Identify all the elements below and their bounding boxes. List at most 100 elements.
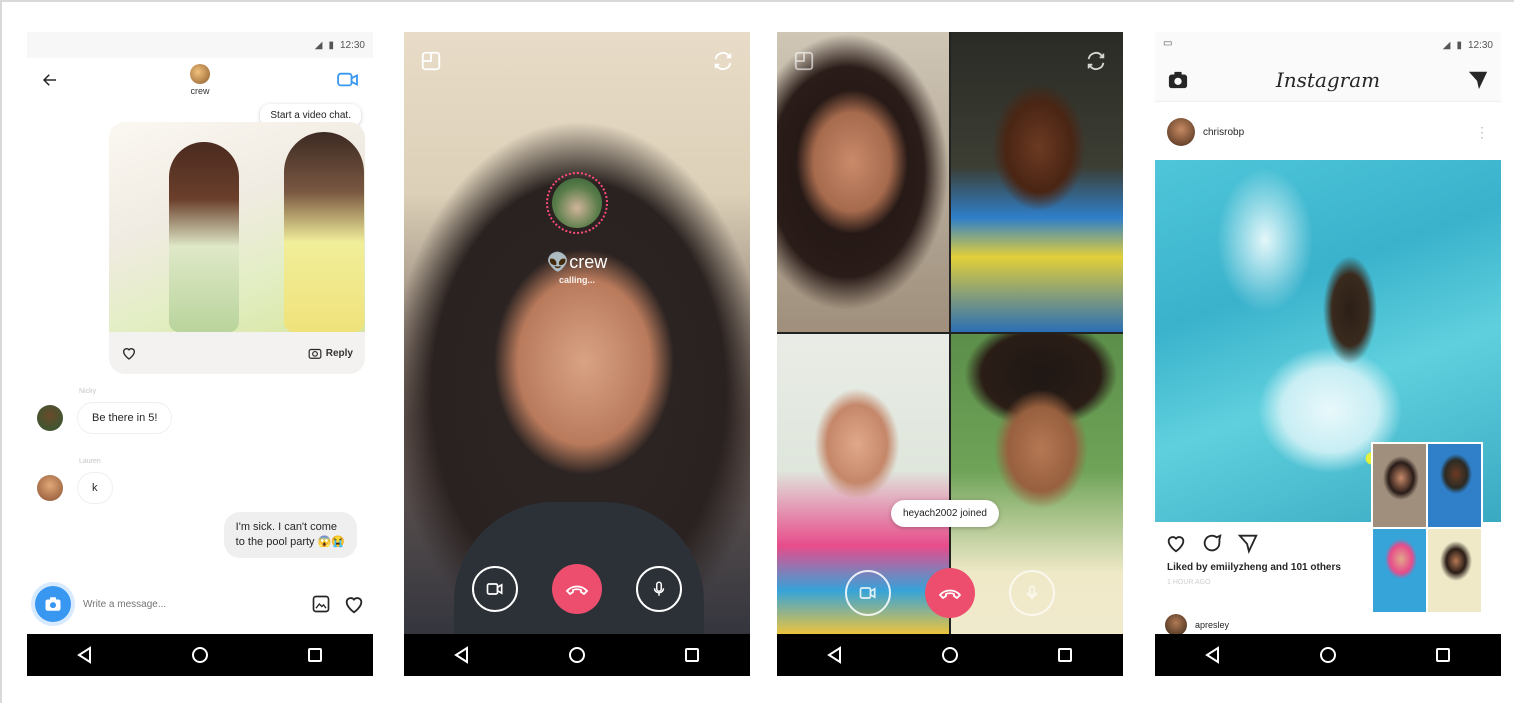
- like-heart-icon[interactable]: [1165, 532, 1187, 554]
- reply-label: Reply: [325, 347, 353, 359]
- status-time: 12:30: [339, 39, 365, 51]
- pip-participant-3: [1373, 529, 1426, 612]
- phone-direct-thread: ◢ ▮ 12:30 crew Start a video chat. Reply…: [27, 32, 373, 676]
- caller-name-text: crew: [569, 252, 608, 272]
- minimize-icon[interactable]: [793, 50, 815, 72]
- toggle-mic-button[interactable]: [1009, 570, 1055, 616]
- participant-video-1[interactable]: [777, 32, 949, 332]
- own-message-line-1: I'm sick. I can't come: [235, 521, 338, 533]
- commenter-username[interactable]: apresley: [1195, 620, 1229, 630]
- end-call-button[interactable]: [552, 564, 602, 614]
- camera-icon: [45, 597, 61, 611]
- call-controls: [777, 568, 1123, 618]
- android-nav-bar: [404, 634, 750, 676]
- nav-recents-icon[interactable]: [682, 645, 702, 665]
- nav-recents-icon[interactable]: [305, 645, 325, 665]
- thread-header: crew: [27, 58, 373, 102]
- toggle-mic-button[interactable]: [636, 566, 682, 612]
- flip-camera-icon[interactable]: [712, 50, 734, 72]
- pip-participant-2: [1428, 444, 1481, 527]
- minimize-icon[interactable]: [420, 50, 442, 72]
- message-bubble[interactable]: Be there in 5!: [77, 402, 173, 434]
- likes-summary[interactable]: Liked by emiilyzheng and 101 others: [1167, 562, 1341, 573]
- camera-icon: [308, 348, 322, 359]
- nav-home-icon[interactable]: [940, 645, 960, 665]
- message-composer: [35, 582, 365, 626]
- camera-button[interactable]: [35, 586, 71, 622]
- nav-back-icon[interactable]: [825, 645, 845, 665]
- comment-icon[interactable]: [1201, 532, 1223, 554]
- flip-camera-icon[interactable]: [1085, 50, 1107, 72]
- signal-icon: ◢: [314, 39, 323, 51]
- nav-home-icon[interactable]: [190, 645, 210, 665]
- battery-icon: ▮: [1456, 39, 1462, 51]
- hang-up-icon: [565, 585, 589, 596]
- phone-calling-screen: 👽crew calling...: [404, 32, 750, 676]
- avatar[interactable]: [37, 475, 63, 501]
- battery-icon: ▮: [328, 39, 334, 51]
- video-icon: [486, 583, 503, 595]
- nav-recents-icon[interactable]: [1055, 645, 1075, 665]
- message-row-1: Be there in 5!: [37, 402, 173, 434]
- microphone-icon: [1026, 585, 1038, 600]
- group-header[interactable]: crew: [190, 64, 210, 96]
- frame-left-border: [0, 0, 2, 703]
- toggle-video-button[interactable]: [472, 566, 518, 612]
- caller-avatar-ring: [546, 172, 608, 234]
- message-bubble[interactable]: k: [77, 472, 113, 504]
- post-header: chrisrobp ⋮: [1155, 112, 1501, 152]
- shared-photo-card[interactable]: Reply: [109, 122, 365, 374]
- camera-icon[interactable]: [1167, 70, 1189, 90]
- avatar[interactable]: [1165, 614, 1187, 636]
- participant-video-2[interactable]: [951, 32, 1123, 332]
- post-username[interactable]: chrisrobp: [1203, 127, 1244, 138]
- message-row-2: k: [37, 472, 113, 504]
- comment-row: apresley: [1165, 614, 1229, 636]
- nav-recents-icon[interactable]: [1433, 645, 1453, 665]
- nav-home-icon[interactable]: [1318, 645, 1338, 665]
- frame-top-border: [0, 0, 1514, 2]
- reply-button[interactable]: Reply: [308, 346, 353, 360]
- caller-info: 👽crew calling...: [546, 172, 608, 285]
- nav-back-icon[interactable]: [75, 645, 95, 665]
- more-options-icon[interactable]: ⋮: [1475, 124, 1489, 141]
- sender-name-1: Nicky: [79, 388, 97, 395]
- phone-group-call: heyach2002 joined: [777, 32, 1123, 676]
- nav-home-icon[interactable]: [567, 645, 587, 665]
- caller-name: 👽crew: [546, 252, 608, 273]
- video-chat-icon[interactable]: [337, 71, 359, 89]
- instagram-header: Instagram: [1155, 58, 1501, 102]
- post-time: 1 HOUR AGO: [1167, 579, 1211, 586]
- group-avatar: [190, 64, 210, 84]
- heart-icon[interactable]: [121, 345, 137, 361]
- nav-back-icon[interactable]: [1203, 645, 1223, 665]
- end-call-button[interactable]: [925, 568, 975, 618]
- photo-actions: Reply: [109, 332, 365, 374]
- avatar[interactable]: [1167, 118, 1195, 146]
- share-icon[interactable]: [1237, 532, 1259, 554]
- post-actions: [1165, 532, 1259, 554]
- avatar[interactable]: [37, 405, 63, 431]
- video-indicator-icon: ▭: [1163, 38, 1173, 49]
- signal-icon: ◢: [1442, 39, 1451, 51]
- android-nav-bar: [777, 634, 1123, 676]
- heart-icon[interactable]: [343, 593, 365, 615]
- android-nav-bar: [1155, 634, 1501, 676]
- status-bar: ▭ ◢ ▮ 12:30: [1155, 32, 1501, 58]
- back-arrow-icon[interactable]: [41, 71, 59, 89]
- nav-back-icon[interactable]: [452, 645, 472, 665]
- sender-name-2: Lauren: [79, 458, 101, 465]
- group-name: crew: [190, 86, 210, 96]
- photo-person-left: [169, 142, 239, 332]
- message-input[interactable]: [83, 598, 299, 610]
- gallery-icon[interactable]: [311, 594, 331, 614]
- direct-send-icon[interactable]: [1467, 69, 1489, 91]
- microphone-icon: [653, 581, 665, 596]
- own-message-line-2: to the pool party 😱😭: [235, 536, 345, 548]
- pip-participant-1: [1373, 444, 1426, 527]
- toggle-video-button[interactable]: [845, 570, 891, 616]
- alien-emoji-icon: 👽: [546, 252, 570, 272]
- instagram-logo: Instagram: [1275, 67, 1381, 92]
- video-chat-minimized-window[interactable]: [1371, 442, 1483, 614]
- own-message-bubble[interactable]: I'm sick. I can't come to the pool party…: [223, 512, 357, 558]
